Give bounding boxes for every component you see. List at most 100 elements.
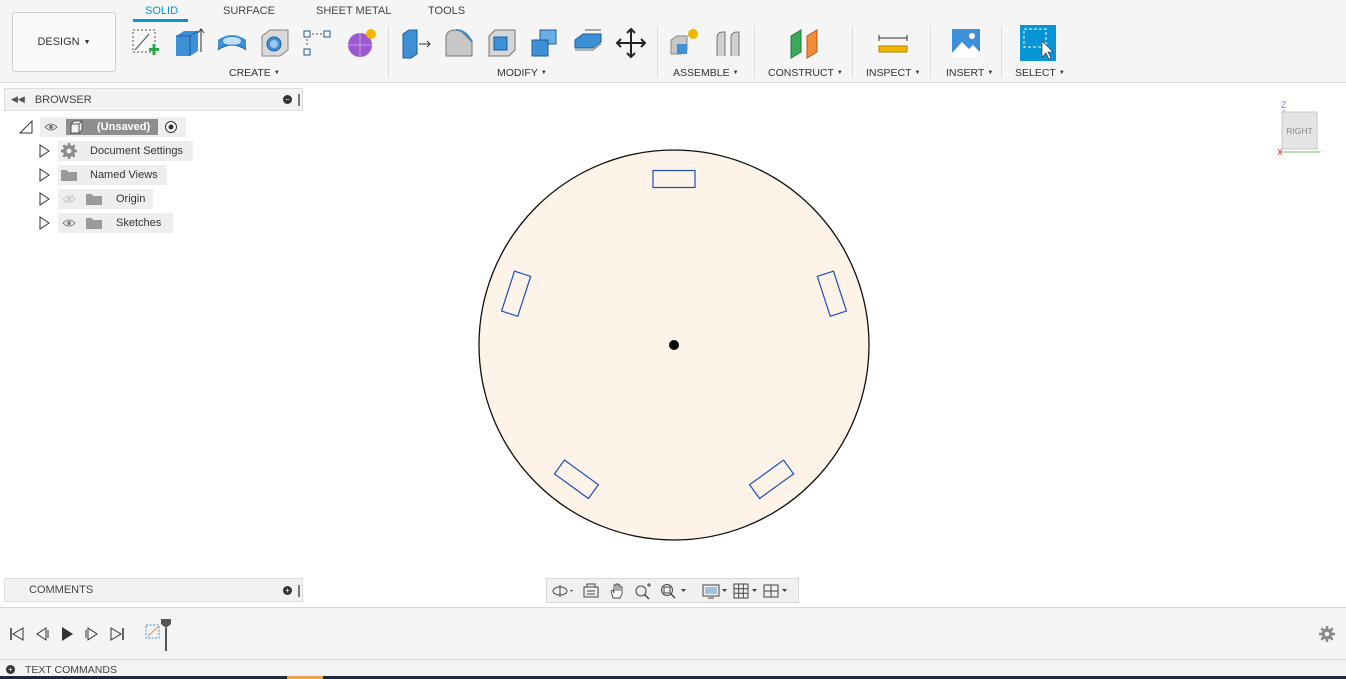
root-node-label: (Unsaved) — [97, 121, 151, 133]
tab-tools[interactable]: TOOLS — [428, 5, 465, 17]
joint-icon[interactable] — [710, 25, 746, 61]
zoom-button[interactable] — [634, 582, 652, 600]
expanded-triangle-icon[interactable] — [19, 120, 33, 134]
go-to-end-icon[interactable] — [109, 626, 125, 642]
eye-icon[interactable] — [44, 122, 58, 132]
sketches-chip[interactable]: Sketches — [58, 213, 173, 233]
select-icon[interactable] — [1020, 25, 1056, 61]
monitor-icon — [702, 584, 727, 599]
timeline-marker[interactable] — [160, 618, 172, 652]
caret-down-icon: ▼ — [987, 70, 994, 76]
select-menu[interactable]: SELECT ▼ — [1015, 67, 1065, 79]
active-tab-indicator — [133, 19, 188, 22]
pin-icon[interactable] — [298, 94, 300, 106]
create-sketch-icon[interactable] — [128, 25, 164, 61]
expand-triangle-icon[interactable] — [38, 144, 50, 158]
origin-label: Origin — [116, 193, 146, 205]
minimize-icon[interactable]: − — [283, 95, 292, 104]
create-form-icon[interactable] — [343, 25, 379, 61]
eye-hidden-icon[interactable] — [62, 194, 76, 204]
fit-icon — [661, 584, 686, 599]
caret-down-icon: ▼ — [273, 70, 280, 76]
play-icon[interactable] — [59, 626, 75, 642]
folder-icon — [86, 194, 102, 205]
modify-menu[interactable]: MODIFY ▼ — [497, 67, 547, 79]
caret-down-icon: ▼ — [732, 70, 739, 76]
active-radio-icon[interactable] — [164, 120, 178, 134]
fillet-icon[interactable] — [441, 25, 477, 61]
hole-icon[interactable] — [257, 25, 293, 61]
root-node-chip[interactable]: (Unsaved) — [40, 117, 186, 137]
caret-down-icon: ▼ — [836, 70, 843, 76]
viewports-button[interactable] — [762, 582, 792, 600]
workspace-design-button[interactable]: DESIGN ▼ — [12, 12, 116, 72]
press-pull-icon[interactable] — [398, 25, 434, 61]
viewcube[interactable]: Z RIGHT . — [1276, 98, 1332, 158]
orbit-icon — [552, 585, 573, 597]
orbit-button[interactable] — [551, 582, 575, 600]
caret-down-icon: ▼ — [914, 70, 921, 76]
tab-surface[interactable]: SURFACE — [223, 5, 275, 17]
insert-menu[interactable]: INSERT ▼ — [946, 67, 993, 79]
assemble-menu[interactable]: ASSEMBLE ▼ — [673, 67, 739, 79]
revolve-icon[interactable] — [214, 25, 250, 61]
display-settings-button[interactable] — [701, 582, 729, 600]
shell-icon[interactable] — [484, 25, 520, 61]
viewports-icon — [763, 584, 787, 598]
fit-button[interactable] — [659, 582, 687, 600]
viewcube-face-label: RIGHT — [1286, 126, 1312, 136]
grid-icon — [733, 583, 757, 599]
go-to-start-icon[interactable] — [9, 626, 25, 642]
navigation-bar — [546, 578, 799, 603]
center-point[interactable] — [669, 340, 679, 350]
construct-menu[interactable]: CONSTRUCT ▼ — [768, 67, 843, 79]
step-back-icon[interactable] — [34, 626, 50, 642]
new-component-icon[interactable] — [666, 25, 702, 61]
named-views-chip[interactable]: Named Views — [58, 165, 167, 185]
folder-icon — [61, 170, 77, 181]
combine-icon[interactable] — [527, 25, 563, 61]
expand-triangle-icon[interactable] — [38, 216, 50, 230]
inspect-label: INSPECT — [866, 67, 912, 79]
look-at-icon — [583, 583, 599, 598]
tab-sheet-metal[interactable]: SHEET METAL — [316, 5, 391, 17]
move-icon[interactable] — [613, 25, 649, 61]
extrude-icon[interactable] — [170, 25, 206, 61]
offset-face-icon[interactable] — [570, 25, 606, 61]
inspect-menu[interactable]: INSPECT ▼ — [866, 67, 920, 79]
zoom-icon — [635, 583, 651, 600]
toolbar: DESIGN ▼ SOLID SURFACE SHEET METAL TOOLS… — [0, 0, 1346, 83]
measure-icon[interactable] — [875, 25, 911, 61]
workspace-label: DESIGN — [37, 36, 80, 48]
pan-button[interactable] — [608, 582, 626, 600]
add-comment-icon[interactable]: + — [283, 586, 292, 595]
expand-text-commands-icon[interactable]: + — [6, 665, 15, 674]
toolbar-divider — [930, 26, 931, 78]
model-canvas[interactable] — [470, 140, 880, 550]
origin-chip[interactable]: Origin — [58, 189, 153, 209]
toolbar-divider — [852, 26, 853, 78]
grid-settings-button[interactable] — [732, 582, 760, 600]
eye-icon[interactable] — [62, 218, 76, 228]
browser-title: BROWSER — [34, 93, 92, 106]
step-forward-icon[interactable] — [84, 626, 100, 642]
named-views-label: Named Views — [90, 169, 158, 181]
insert-image-icon[interactable] — [948, 25, 984, 61]
hand-icon — [610, 583, 623, 599]
collapse-panel-icon[interactable]: ◀◀ — [11, 94, 25, 105]
look-at-button[interactable] — [582, 582, 600, 600]
component-icon — [70, 120, 83, 134]
gear-icon — [61, 143, 77, 159]
pattern-icon[interactable] — [299, 25, 335, 61]
root-node-highlight: (Unsaved) — [66, 119, 158, 135]
expand-triangle-icon[interactable] — [38, 192, 50, 206]
toolbar-divider — [388, 26, 389, 78]
tab-solid[interactable]: SOLID — [145, 5, 178, 17]
offset-plane-icon[interactable] — [786, 25, 822, 61]
document-settings-chip[interactable]: Document Settings — [58, 141, 193, 161]
insert-label: INSERT — [946, 67, 985, 79]
pin-icon[interactable] — [298, 585, 300, 597]
timeline-settings-gear-icon[interactable] — [1318, 625, 1336, 643]
expand-triangle-icon[interactable] — [38, 168, 50, 182]
create-menu[interactable]: CREATE ▼ — [229, 67, 280, 79]
